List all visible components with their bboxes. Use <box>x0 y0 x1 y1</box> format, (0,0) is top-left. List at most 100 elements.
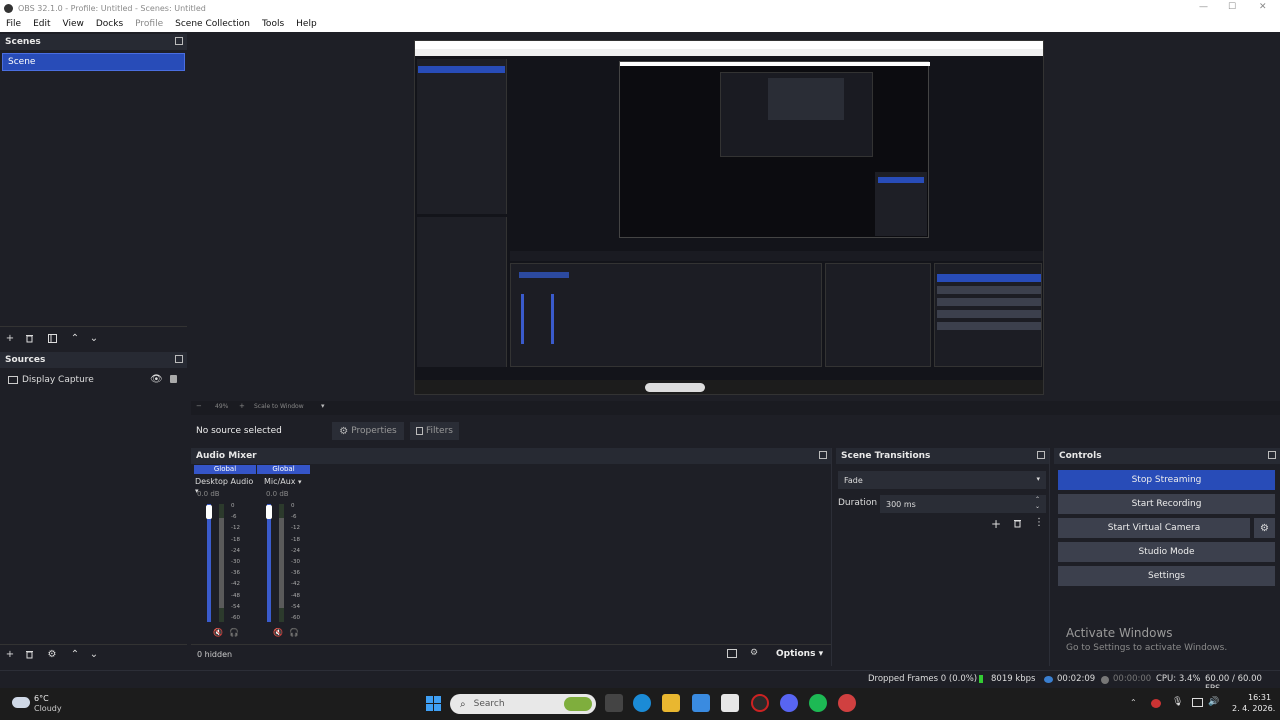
remove-transition-icon[interactable] <box>1013 519 1022 531</box>
advanced-audio-icon[interactable]: ⚙ <box>750 648 758 658</box>
copilot-icon[interactable] <box>692 694 710 712</box>
filters-button[interactable]: Filters <box>410 422 459 440</box>
tray-app-icon[interactable] <box>1151 699 1161 708</box>
undock-icon[interactable] <box>819 451 827 459</box>
add-transition-icon[interactable]: + <box>991 517 1001 531</box>
chevron-down-icon[interactable]: ▾ <box>321 402 325 410</box>
remove-source-icon[interactable] <box>23 648 35 660</box>
store-icon[interactable] <box>721 694 739 712</box>
volume-fader-handle[interactable] <box>266 505 272 519</box>
headphones-icon[interactable]: 🎧 <box>289 628 299 637</box>
file-explorer-icon[interactable] <box>662 694 680 712</box>
menu-docks[interactable]: Docks <box>90 19 129 29</box>
scale-mode[interactable]: Scale to Window <box>254 403 304 410</box>
start-virtual-camera-button[interactable]: Start Virtual Camera <box>1058 518 1250 538</box>
minimize-button[interactable]: — <box>1199 2 1208 12</box>
clock-date[interactable]: 2. 4. 2026. <box>1232 704 1275 713</box>
transition-select[interactable]: Fade ▾ <box>838 471 1046 489</box>
windows-start-icon[interactable] <box>426 696 441 711</box>
app-icon[interactable] <box>838 694 856 712</box>
audio-mixer-dock: Audio Mixer Global Desktop Audio ▾ 0.0 d… <box>191 448 832 666</box>
menu-file[interactable]: File <box>0 19 27 29</box>
search-highlight-icon <box>564 697 592 711</box>
properties-button[interactable]: ⚙ Properties <box>332 422 404 440</box>
lock-icon[interactable] <box>170 375 177 383</box>
db-scale-label: -42 <box>231 581 240 588</box>
virtual-camera-settings-gear-icon[interactable]: ⚙ <box>1254 518 1275 538</box>
menu-scene-collection[interactable]: Scene Collection <box>169 19 256 29</box>
source-properties-gear-icon[interactable]: ⚙ <box>46 648 58 660</box>
menu-tools[interactable]: Tools <box>256 19 290 29</box>
stop-streaming-button[interactable]: Stop Streaming <box>1058 470 1275 490</box>
volume-fader-handle[interactable] <box>206 505 212 519</box>
search-icon: ⌕ <box>460 698 466 710</box>
move-up-icon[interactable]: ⌃ <box>69 332 81 344</box>
nested-titlebar <box>415 41 1043 49</box>
edge-browser-icon[interactable] <box>633 694 651 712</box>
zoom-in-icon[interactable]: + <box>239 402 245 410</box>
db-scale-label: -54 <box>231 603 240 610</box>
scene-list-item[interactable]: Scene <box>2 53 185 71</box>
volume-icon[interactable]: 🔊 <box>1208 697 1219 707</box>
menu-help[interactable]: Help <box>290 19 323 29</box>
layout-toggle-icon[interactable] <box>727 649 737 658</box>
network-icon[interactable] <box>1192 698 1203 707</box>
nested-transitions <box>825 263 931 367</box>
close-button[interactable]: ✕ <box>1259 2 1267 12</box>
more-options-icon[interactable]: ⋮ <box>1034 517 1044 528</box>
cloud-icon[interactable] <box>12 697 30 708</box>
undock-icon[interactable] <box>175 37 183 45</box>
channel-name[interactable]: Mic/Aux ▾ <box>264 477 314 487</box>
hidden-count[interactable]: 0 hidden <box>197 650 232 659</box>
microphone-icon[interactable]: 🎙 <box>1172 697 1183 707</box>
undock-icon[interactable] <box>1037 451 1045 459</box>
spin-up-icon[interactable]: ⌃ <box>1035 496 1040 503</box>
menu-profile[interactable]: Profile <box>129 19 169 29</box>
menu-edit[interactable]: Edit <box>27 19 56 29</box>
volume-fader-track[interactable] <box>207 504 211 622</box>
maximize-button[interactable]: ☐ <box>1228 2 1236 12</box>
recording-icon <box>1101 676 1109 684</box>
add-source-icon[interactable]: + <box>4 648 16 660</box>
discord-icon[interactable] <box>780 694 798 712</box>
task-view-icon[interactable] <box>605 694 623 712</box>
scene-filters-icon[interactable] <box>46 332 58 344</box>
source-name: Display Capture <box>22 375 94 385</box>
studio-mode-button[interactable]: Studio Mode <box>1058 542 1275 562</box>
spin-down-icon[interactable]: ⌄ <box>1035 503 1040 510</box>
db-scale-label: -24 <box>231 547 240 554</box>
headphones-icon[interactable]: 🎧 <box>229 628 239 637</box>
channel-name[interactable]: Desktop Audio ▾ <box>195 477 257 495</box>
mute-speaker-icon[interactable]: 🔇 <box>213 628 223 637</box>
tray-chevron-up-icon[interactable]: ⌃ <box>1130 698 1137 707</box>
start-recording-button[interactable]: Start Recording <box>1058 494 1275 514</box>
stream-preview[interactable] <box>414 40 1044 395</box>
menu-bar: File Edit View Docks Profile Scene Colle… <box>0 16 1280 32</box>
mute-speaker-icon[interactable]: 🔇 <box>273 628 283 637</box>
zoom-out-icon[interactable]: − <box>196 402 202 410</box>
source-list-item[interactable]: Display Capture 👁 <box>0 372 187 388</box>
spotify-icon[interactable] <box>809 694 827 712</box>
remove-scene-icon[interactable] <box>23 332 35 344</box>
menu-view[interactable]: View <box>57 19 90 29</box>
add-scene-icon[interactable]: + <box>4 332 16 344</box>
visibility-eye-icon[interactable]: 👁 <box>150 374 163 385</box>
move-down-icon[interactable]: ⌄ <box>88 648 100 660</box>
settings-button[interactable]: Settings <box>1058 566 1275 586</box>
db-scale-label: -12 <box>231 525 240 532</box>
undock-icon[interactable] <box>1268 451 1276 459</box>
clock-time[interactable]: 16:31 <box>1248 693 1271 702</box>
db-scale-label: -36 <box>291 570 300 577</box>
move-up-icon[interactable]: ⌃ <box>69 648 81 660</box>
scene-transitions-title: Scene Transitions <box>841 451 931 461</box>
level-meter-fill <box>279 518 284 608</box>
undock-icon[interactable] <box>175 355 183 363</box>
status-bar: Dropped Frames 0 (0.0%) 8019 kbps 00:02:… <box>0 670 1280 694</box>
taskbar-search-box[interactable]: ⌕ Search <box>450 694 596 714</box>
duration-spinbox[interactable]: 300 ms ⌃ ⌄ <box>880 495 1046 513</box>
obs-taskbar-icon[interactable] <box>751 694 769 712</box>
volume-fader-track[interactable] <box>267 504 271 622</box>
mixer-options-button[interactable]: Options ▾ <box>776 649 823 659</box>
move-down-icon[interactable]: ⌄ <box>88 332 100 344</box>
cpu-usage: CPU: 3.4% <box>1156 674 1201 684</box>
